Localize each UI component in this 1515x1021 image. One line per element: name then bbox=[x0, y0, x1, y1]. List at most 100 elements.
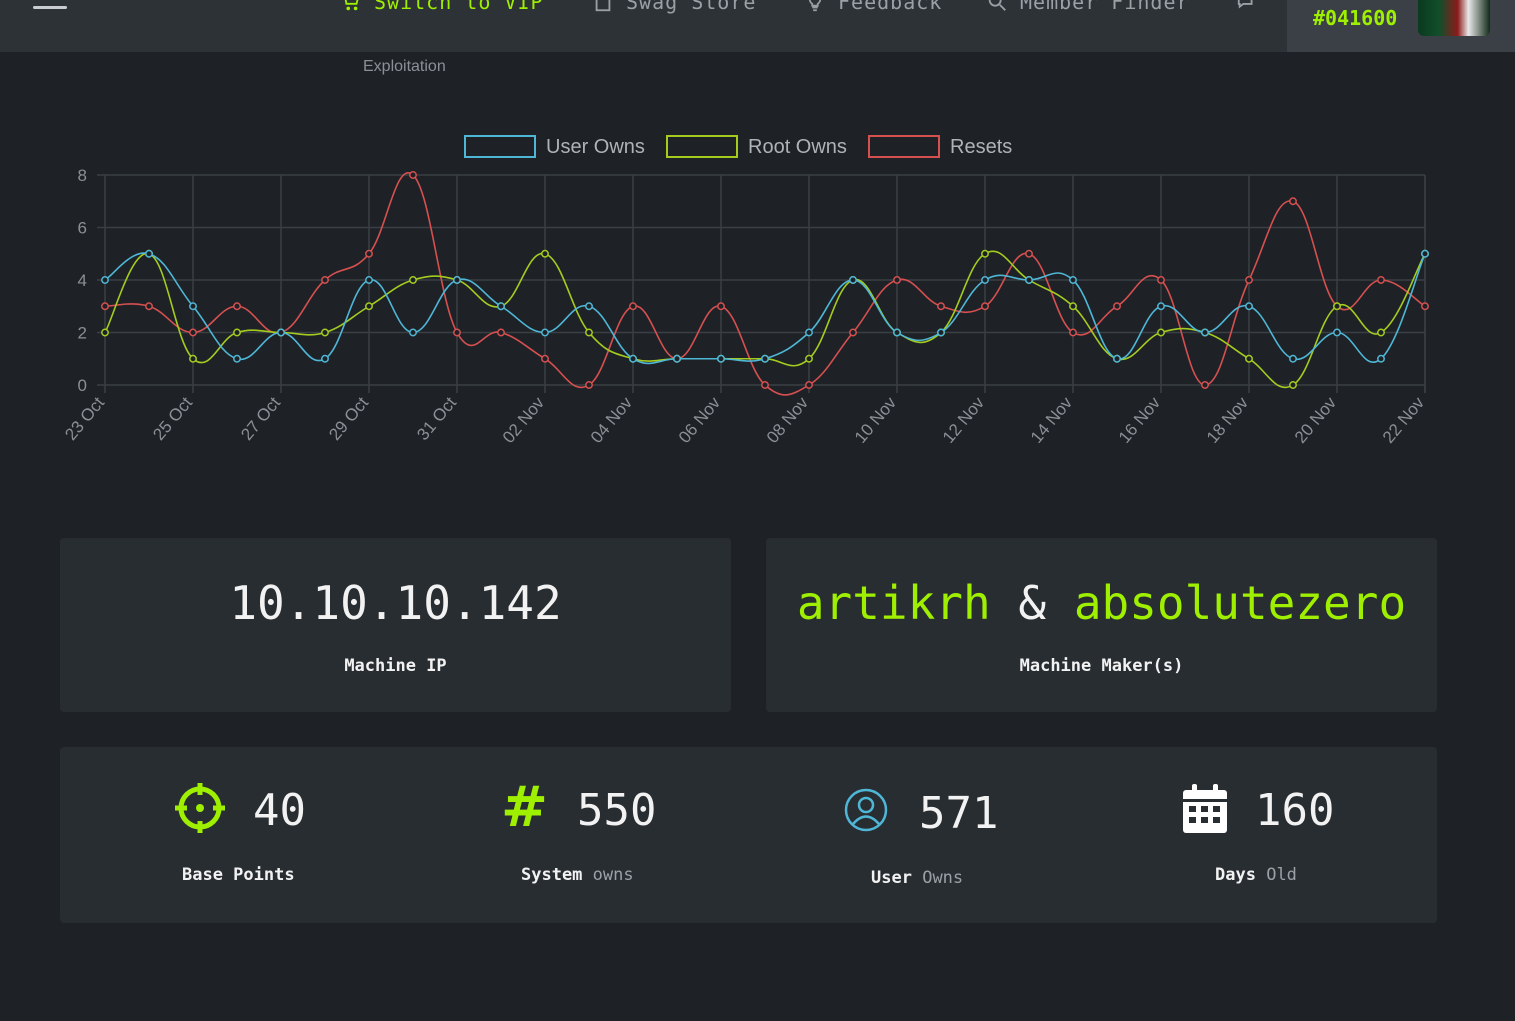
data-point[interactable] bbox=[365, 302, 373, 311]
x-tick-label: 20 Nov bbox=[1291, 393, 1340, 447]
data-point[interactable] bbox=[1289, 354, 1297, 363]
x-tick-label: 27 Oct bbox=[237, 393, 284, 444]
data-point[interactable] bbox=[849, 276, 857, 284]
nav-chat[interactable] bbox=[1232, 0, 1262, 14]
data-point[interactable] bbox=[277, 328, 285, 337]
data-point[interactable] bbox=[233, 302, 241, 311]
data-point[interactable] bbox=[365, 276, 373, 284]
data-point[interactable] bbox=[893, 276, 901, 284]
data-point[interactable] bbox=[189, 354, 197, 363]
data-point[interactable] bbox=[1377, 276, 1385, 284]
data-point[interactable] bbox=[1421, 249, 1429, 258]
system-owns-label-main: System bbox=[521, 865, 583, 885]
nav-member-finder[interactable]: Member Finder bbox=[986, 0, 1190, 14]
legend-item[interactable]: User Owns bbox=[464, 135, 645, 158]
data-point[interactable] bbox=[585, 381, 593, 389]
data-point[interactable] bbox=[497, 328, 505, 337]
data-point[interactable] bbox=[717, 354, 725, 363]
data-point[interactable] bbox=[145, 249, 153, 258]
x-tick-label: 12 Nov bbox=[939, 393, 988, 447]
data-point[interactable] bbox=[409, 171, 417, 179]
data-point[interactable] bbox=[981, 276, 989, 284]
data-point[interactable] bbox=[1113, 302, 1121, 311]
maker-separator: & bbox=[1018, 576, 1047, 630]
data-point[interactable] bbox=[233, 328, 241, 337]
data-point[interactable] bbox=[1333, 328, 1341, 337]
machine-ip-value: 10.10.10.142 bbox=[229, 576, 562, 630]
data-point[interactable] bbox=[321, 276, 329, 284]
legend-item[interactable]: Root Owns bbox=[666, 135, 847, 158]
data-point[interactable] bbox=[541, 249, 549, 258]
data-point[interactable] bbox=[673, 354, 681, 363]
data-point[interactable] bbox=[1245, 354, 1253, 363]
data-point[interactable] bbox=[1245, 302, 1253, 311]
data-point[interactable] bbox=[585, 302, 593, 311]
data-point[interactable] bbox=[849, 328, 857, 337]
data-point[interactable] bbox=[189, 328, 197, 337]
legend-item[interactable]: Resets bbox=[868, 135, 1012, 158]
data-point[interactable] bbox=[761, 354, 769, 363]
nav-switch-to-vip[interactable]: Switch to VIP bbox=[340, 0, 544, 14]
data-point[interactable] bbox=[629, 354, 637, 363]
data-point[interactable] bbox=[1333, 302, 1341, 311]
data-point[interactable] bbox=[805, 328, 813, 337]
data-point[interactable] bbox=[453, 276, 461, 284]
data-point[interactable] bbox=[321, 328, 329, 337]
maker-link-2[interactable]: absolutezero bbox=[1074, 576, 1406, 630]
data-point[interactable] bbox=[981, 249, 989, 258]
data-point[interactable] bbox=[409, 276, 417, 284]
calendar-icon bbox=[1183, 784, 1227, 833]
data-point[interactable] bbox=[761, 381, 769, 389]
data-point[interactable] bbox=[1201, 381, 1209, 389]
data-point[interactable] bbox=[1157, 276, 1165, 284]
data-point[interactable] bbox=[629, 302, 637, 311]
nav-feedback[interactable]: Feedback bbox=[804, 0, 942, 14]
hash-icon: # bbox=[501, 775, 548, 840]
data-point[interactable] bbox=[1113, 354, 1121, 363]
maker-link-1[interactable]: artikrh bbox=[797, 576, 991, 630]
data-point[interactable] bbox=[101, 302, 109, 311]
data-point[interactable] bbox=[145, 302, 153, 311]
data-point[interactable] bbox=[101, 276, 109, 284]
y-tick-label: 0 bbox=[78, 376, 87, 395]
data-point[interactable] bbox=[1069, 302, 1077, 311]
data-point[interactable] bbox=[1377, 328, 1385, 337]
data-point[interactable] bbox=[1157, 328, 1165, 337]
data-point[interactable] bbox=[585, 328, 593, 337]
data-point[interactable] bbox=[497, 302, 505, 311]
data-point[interactable] bbox=[1201, 328, 1209, 337]
hamburger-menu-icon[interactable] bbox=[33, 0, 67, 10]
data-point[interactable] bbox=[541, 354, 549, 363]
data-point[interactable] bbox=[1289, 197, 1297, 206]
data-point[interactable] bbox=[937, 302, 945, 311]
data-point[interactable] bbox=[233, 354, 241, 363]
data-point[interactable] bbox=[321, 354, 329, 363]
data-point[interactable] bbox=[189, 302, 197, 311]
data-point[interactable] bbox=[365, 249, 373, 258]
data-point[interactable] bbox=[101, 328, 109, 337]
data-point[interactable] bbox=[1025, 249, 1033, 258]
data-point[interactable] bbox=[1289, 381, 1297, 389]
data-point[interactable] bbox=[893, 328, 901, 337]
x-tick-label: 18 Nov bbox=[1203, 393, 1252, 447]
data-point[interactable] bbox=[1377, 354, 1385, 363]
base-points-label: Base Points bbox=[182, 865, 295, 885]
data-point[interactable] bbox=[1245, 276, 1253, 284]
avatar[interactable] bbox=[1418, 0, 1490, 36]
data-point[interactable] bbox=[1025, 276, 1033, 284]
data-point[interactable] bbox=[981, 302, 989, 311]
data-point[interactable] bbox=[1421, 302, 1429, 311]
data-point[interactable] bbox=[453, 328, 461, 337]
data-point[interactable] bbox=[1069, 328, 1077, 337]
data-point[interactable] bbox=[541, 328, 549, 337]
data-point[interactable] bbox=[1157, 302, 1165, 311]
data-point[interactable] bbox=[1069, 276, 1077, 284]
data-point[interactable] bbox=[805, 381, 813, 389]
series-line bbox=[104, 250, 1426, 389]
data-point[interactable] bbox=[937, 328, 945, 337]
data-point[interactable] bbox=[409, 328, 417, 337]
stat-system-owns: # 550 System owns bbox=[400, 747, 740, 923]
nav-swag-store[interactable]: Swag Store bbox=[592, 0, 756, 14]
data-point[interactable] bbox=[805, 354, 813, 363]
data-point[interactable] bbox=[717, 302, 725, 311]
